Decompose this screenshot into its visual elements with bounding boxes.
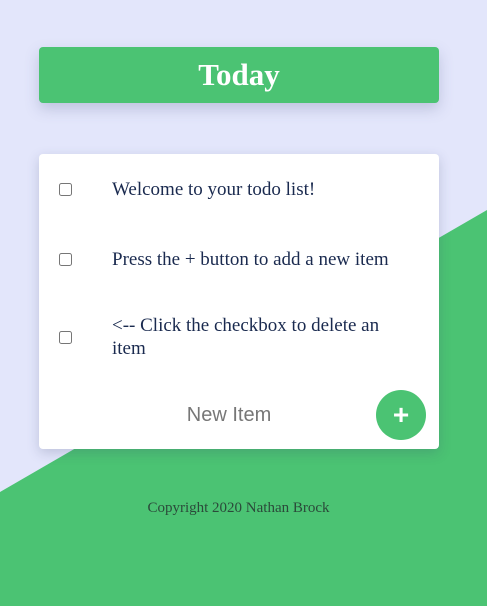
todo-checkbox[interactable] bbox=[59, 183, 72, 196]
todo-item-text: Welcome to your todo list! bbox=[112, 179, 316, 200]
todo-item-text: <-- Click the checkbox to delete an item bbox=[112, 315, 380, 359]
add-item-button[interactable]: + bbox=[376, 390, 426, 440]
page-header: Today bbox=[39, 47, 439, 103]
todo-card: Welcome to your todo list! Press the + b… bbox=[39, 154, 439, 449]
page-title: Today bbox=[198, 57, 280, 92]
todo-checkbox[interactable] bbox=[59, 331, 72, 344]
copyright-footer: Copyright 2020 Nathan Brock bbox=[147, 500, 330, 516]
new-item-input[interactable] bbox=[129, 400, 329, 430]
todo-checkbox[interactable] bbox=[59, 253, 72, 266]
todo-item-text: Press the + button to add a new item bbox=[112, 249, 389, 270]
